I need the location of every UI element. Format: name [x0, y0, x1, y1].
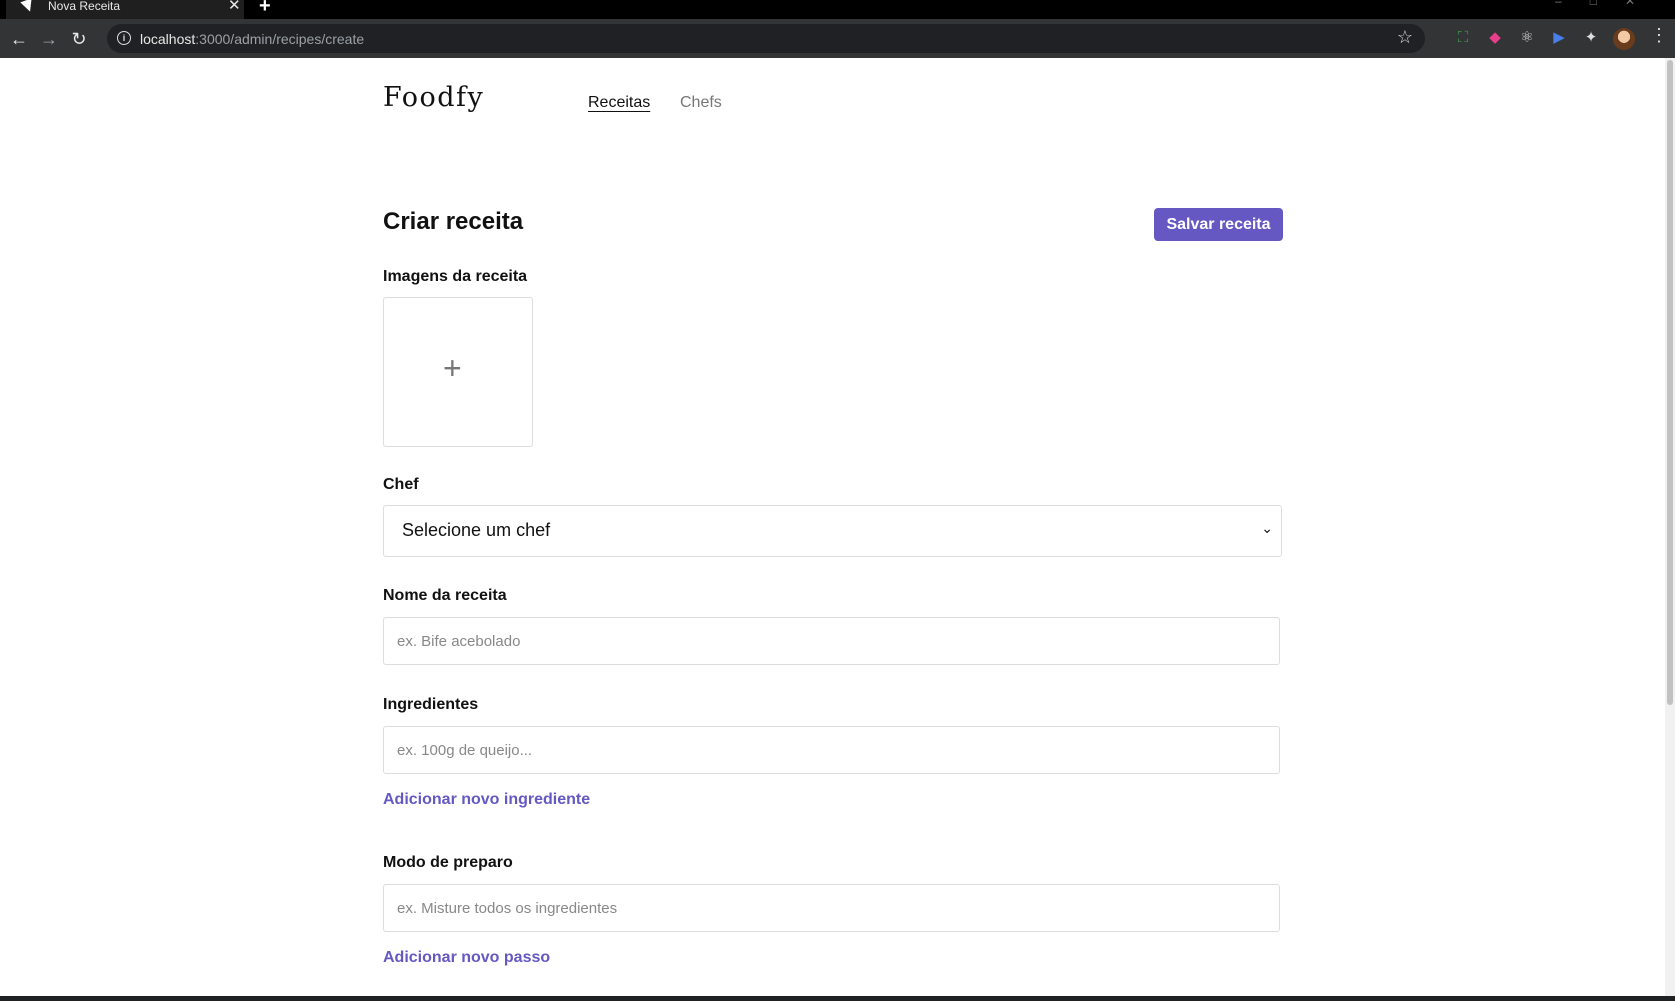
- ingredient-input[interactable]: [383, 726, 1280, 774]
- window-bottom-edge: [0, 996, 1675, 1001]
- preparation-step-input[interactable]: [383, 884, 1280, 932]
- forward-arrow-icon[interactable]: →: [38, 28, 60, 50]
- tab-title: Nova Receita: [48, 0, 121, 13]
- recipe-name-input[interactable]: [383, 617, 1280, 665]
- window-controls[interactable]: –□✕: [1555, 0, 1663, 8]
- tab-close-icon[interactable]: ✕: [228, 0, 241, 13]
- add-step-link[interactable]: Adicionar novo passo: [383, 949, 550, 967]
- images-label: Imagens da receita: [383, 268, 528, 285]
- browser-tab-strip: Nova Receita ✕ + –□✕: [0, 0, 1675, 19]
- foodfy-logo[interactable]: Foodfy: [383, 82, 484, 113]
- react-devtools-icon[interactable]: ⚛: [1517, 28, 1537, 48]
- browser-toolbar: ← → ↻ i localhost:3000/admin/recipes/cre…: [0, 19, 1675, 58]
- chef-label: Chef: [383, 476, 419, 493]
- page-scrollbar[interactable]: [1665, 58, 1675, 996]
- recipe-name-label: Nome da receita: [383, 587, 507, 604]
- plus-icon: +: [443, 350, 462, 386]
- preparation-label: Modo de preparo: [383, 854, 513, 871]
- screenshot-extension-icon[interactable]: ⛶: [1453, 28, 1473, 48]
- browser-menu-icon[interactable]: ⋮: [1650, 25, 1668, 46]
- chef-select-value: Selecione um chef: [402, 520, 551, 540]
- scrollbar-thumb[interactable]: [1667, 60, 1673, 705]
- page-title: Criar receita: [383, 208, 524, 235]
- color-extension-icon[interactable]: ◆: [1485, 28, 1505, 48]
- new-tab-button[interactable]: +: [259, 0, 271, 16]
- mouse-cursor-icon: [20, 0, 36, 14]
- reload-icon[interactable]: ↻: [68, 28, 90, 50]
- page-viewport: Foodfy Receitas Chefs Criar receita Salv…: [0, 58, 1665, 996]
- play-extension-icon[interactable]: ▶: [1549, 28, 1569, 48]
- add-ingredient-link[interactable]: Adicionar novo ingrediente: [383, 791, 590, 809]
- nav-link-receitas[interactable]: Receitas: [588, 94, 650, 112]
- chef-select[interactable]: Selecione um chef ⌄: [383, 505, 1282, 557]
- extensions-puzzle-icon[interactable]: ✦: [1581, 28, 1601, 48]
- browser-tab[interactable]: Nova Receita ✕: [6, 0, 244, 19]
- back-arrow-icon[interactable]: ←: [8, 28, 30, 50]
- chevron-down-icon: ⌄: [1261, 520, 1273, 536]
- address-bar[interactable]: i localhost:3000/admin/recipes/create ☆: [107, 24, 1425, 53]
- save-recipe-button[interactable]: Salvar receita: [1154, 208, 1283, 241]
- add-image-box[interactable]: +: [383, 297, 533, 447]
- nav-link-chefs[interactable]: Chefs: [680, 94, 722, 112]
- ingredients-label: Ingredientes: [383, 696, 479, 713]
- url-text: localhost:3000/admin/recipes/create: [140, 31, 365, 47]
- bookmark-star-icon[interactable]: ☆: [1397, 27, 1413, 48]
- site-info-icon[interactable]: i: [117, 31, 131, 45]
- profile-avatar[interactable]: [1613, 28, 1635, 50]
